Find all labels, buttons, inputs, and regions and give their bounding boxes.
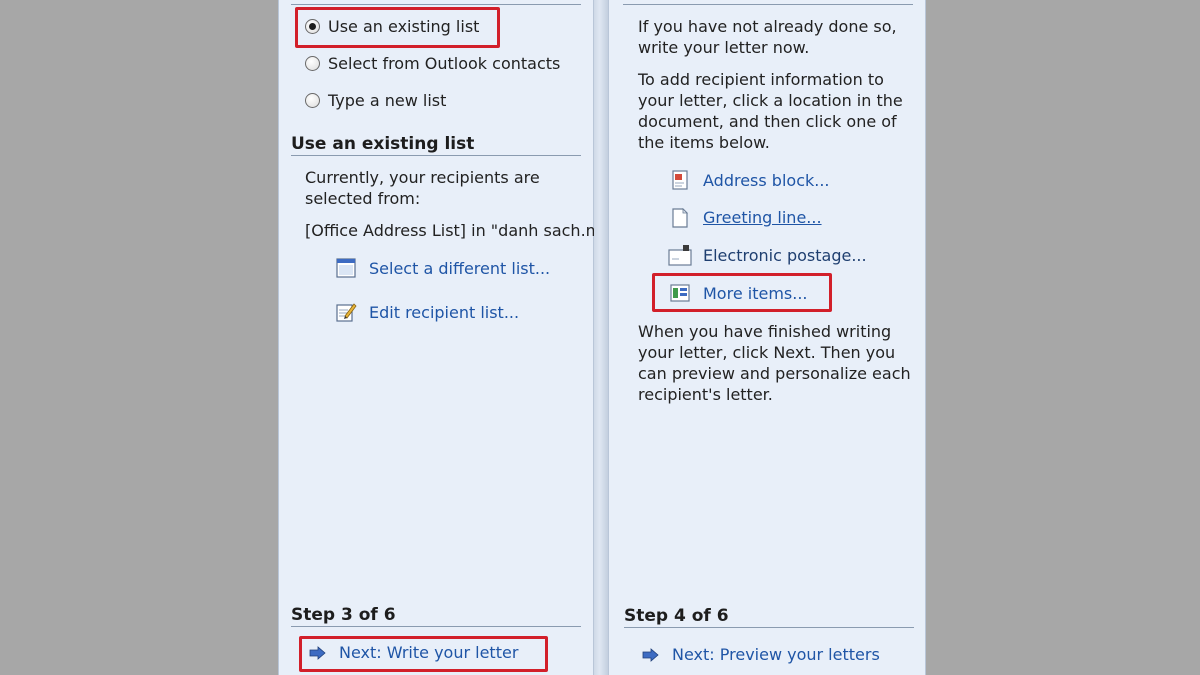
more-items-icon bbox=[670, 284, 690, 302]
step-rule bbox=[624, 627, 914, 628]
radio-unchecked-icon bbox=[305, 56, 320, 71]
mail-merge-pane-step-4: If you have not already done so, write y… bbox=[608, 0, 926, 675]
radio-unchecked-icon bbox=[305, 93, 320, 108]
arrow-right-icon bbox=[309, 645, 326, 660]
address-block-link[interactable]: Address block... bbox=[703, 171, 830, 190]
header-rule bbox=[291, 4, 581, 5]
edit-recipient-list-link[interactable]: Edit recipient list... bbox=[369, 303, 519, 322]
address-block-icon bbox=[672, 170, 688, 190]
step-label: Step 4 of 6 bbox=[624, 606, 729, 626]
section-rule bbox=[291, 155, 581, 156]
section-heading: Use an existing list bbox=[291, 134, 475, 154]
recipients-source: [Office Address List] in "danh sach.m bbox=[305, 221, 595, 240]
select-different-list-link[interactable]: Select a different list... bbox=[369, 259, 550, 278]
radio-label: Use an existing list bbox=[328, 17, 480, 36]
radio-checked-icon bbox=[305, 19, 320, 34]
header-rule bbox=[623, 4, 913, 5]
greeting-line-link[interactable]: Greeting line... bbox=[703, 208, 822, 227]
step-label: Step 3 of 6 bbox=[291, 605, 396, 625]
instructions-text: To add recipient information to your let… bbox=[638, 70, 903, 152]
radio-label: Select from Outlook contacts bbox=[328, 54, 561, 73]
arrow-right-icon bbox=[642, 647, 659, 662]
next-label: Next: Write your letter bbox=[339, 643, 519, 662]
greeting-line-icon bbox=[672, 208, 688, 228]
edit-pencil-icon bbox=[336, 303, 357, 322]
pane-divider bbox=[594, 0, 608, 675]
finish-instructions: When you have finished writing your lett… bbox=[638, 322, 911, 404]
next-write-letter-button[interactable]: Next: Write your letter bbox=[309, 643, 518, 662]
list-window-icon bbox=[336, 258, 356, 278]
radio-use-existing-list[interactable]: Use an existing list bbox=[305, 17, 479, 36]
electronic-postage-link[interactable]: Electronic postage... bbox=[703, 246, 867, 265]
intro-text: If you have not already done so, write y… bbox=[638, 17, 897, 57]
more-items-link[interactable]: More items... bbox=[703, 284, 808, 303]
electronic-postage-icon bbox=[668, 245, 692, 266]
next-label: Next: Preview your letters bbox=[672, 645, 880, 664]
next-preview-letters-button[interactable]: Next: Preview your letters bbox=[642, 645, 880, 664]
recipients-description: Currently, your recipients are selected … bbox=[305, 168, 540, 208]
radio-select-outlook-contacts[interactable]: Select from Outlook contacts bbox=[305, 54, 560, 73]
mail-merge-pane-step-3: Use an existing list Select from Outlook… bbox=[278, 0, 595, 675]
step-rule bbox=[291, 626, 581, 627]
radio-label: Type a new list bbox=[328, 91, 447, 110]
radio-type-new-list[interactable]: Type a new list bbox=[305, 91, 446, 110]
